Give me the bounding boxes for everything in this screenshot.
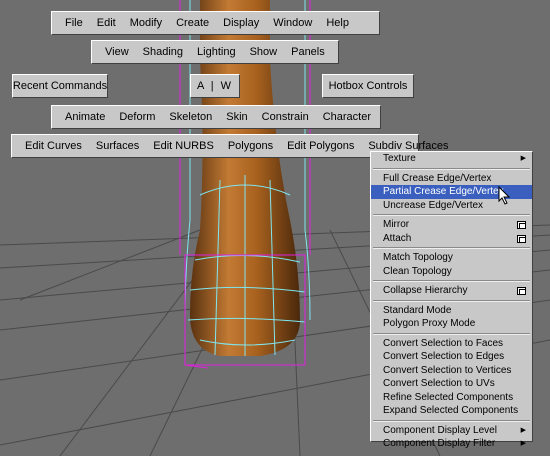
menu-item-convert-selection-to-edges[interactable]: Convert Selection to Edges [371,350,532,364]
modeling-menu-row: Edit Curves Surfaces Edit NURBS Polygons… [11,134,448,158]
menu-item-polygon-proxy-mode[interactable]: Polygon Proxy Mode [371,317,532,331]
menu-separator [373,167,530,170]
option-box-icon[interactable] [517,287,526,295]
menu-item-component-display-level[interactable]: Component Display Level ▶ [371,424,532,438]
menu-skeleton[interactable]: Skeleton [162,111,219,123]
menu-shading[interactable]: Shading [136,46,190,58]
view-menu-row: View Shading Lighting Show Panels [91,40,339,64]
submenu-arrow-icon: ▶ [520,440,526,447]
menu-window[interactable]: Window [266,17,319,29]
menu-item-label: Partial Crease Edge/Vertex [383,186,504,197]
menu-item-convert-selection-to-uvs[interactable]: Convert Selection to UVs [371,377,532,391]
menu-item-collapse-hierarchy[interactable]: Collapse Hierarchy [371,284,532,298]
menu-separator [373,332,530,335]
menu-item-refine-selected-components[interactable]: Refine Selected Components [371,391,532,405]
menu-edit-nurbs[interactable]: Edit NURBS [146,140,221,152]
menu-item-label: Collapse Hierarchy [383,285,468,296]
menu-edit-curves[interactable]: Edit Curves [18,140,89,152]
menu-modify[interactable]: Modify [123,17,169,29]
menu-item-clean-topology[interactable]: Clean Topology [371,265,532,279]
menu-item-label: Convert Selection to Vertices [383,364,512,376]
menu-item-label: Mirror [383,219,410,230]
menu-item-label: Clean Topology [383,265,452,277]
menu-deform[interactable]: Deform [112,111,162,123]
menu-item-label: Convert Selection to Faces [383,337,504,349]
menu-item-standard-mode[interactable]: Standard Mode [371,304,532,318]
option-box-icon[interactable] [517,221,526,229]
menu-item-label: Attach [383,232,412,244]
menu-item-label: Standard Mode [383,304,452,316]
menu-edit[interactable]: Edit [90,17,123,29]
menu-edit-polygons[interactable]: Edit Polygons [280,140,361,152]
menu-view[interactable]: View [98,46,136,58]
aw-button[interactable]: A | W [190,74,240,98]
main-menu-row: File Edit Modify Create Display Window H… [51,11,380,35]
menu-item-mirror[interactable]: Mirror [371,218,532,232]
menu-separator [373,247,530,249]
menu-item-expand-selected-components[interactable]: Expand Selected Components [371,404,532,418]
option-box-icon[interactable] [517,234,526,243]
menu-lighting[interactable]: Lighting [190,46,243,58]
hotbox-controls-button[interactable]: Hotbox Controls [322,74,414,98]
menu-separator [373,419,530,422]
menu-item-convert-selection-to-vertices[interactable]: Convert Selection to Vertices [371,364,532,378]
menu-surfaces[interactable]: Surfaces [89,140,146,152]
menu-item-match-topology[interactable]: Match Topology [371,251,532,265]
menu-panels[interactable]: Panels [284,46,332,58]
menu-item-label: Match Topology [383,252,453,263]
menu-item-texture[interactable]: Texture ▶ [371,152,532,166]
menu-item-label: Component Display Level [383,424,497,436]
menu-display[interactable]: Display [216,17,266,29]
submenu-arrow-icon: ▶ [520,426,526,434]
menu-separator [373,214,530,216]
menu-item-label: Convert Selection to Edges [383,351,505,362]
menu-item-label: Uncrease Edge/Vertex [383,199,484,211]
submenu-arrow-icon: ▶ [520,155,526,162]
menu-constrain[interactable]: Constrain [255,111,316,123]
menu-item-convert-selection-to-faces[interactable]: Convert Selection to Faces [371,337,532,351]
recent-commands-button[interactable]: Recent Commands [12,74,108,98]
menu-animate[interactable]: Animate [58,111,112,123]
menu-separator [373,299,530,302]
menu-show[interactable]: Show [243,46,285,58]
menu-help[interactable]: Help [319,17,356,29]
menu-item-label: Convert Selection to UVs [383,378,495,389]
animation-menu-row: Animate Deform Skeleton Skin Constrain C… [51,105,381,129]
menu-item-attach[interactable]: Attach [371,232,532,246]
menu-item-label: Component Display Filter [383,438,496,449]
menu-item-label: Full Crease Edge/Vertex [383,172,492,184]
menu-item-label: Texture [383,153,416,164]
menu-item-component-display-filter[interactable]: Component Display Filter ▶ [371,437,532,451]
menu-skin[interactable]: Skin [219,111,254,123]
menu-character[interactable]: Character [316,111,378,123]
mouse-cursor-icon [498,186,511,205]
menu-item-full-crease-edge-vertex[interactable]: Full Crease Edge/Vertex [371,172,532,186]
menu-polygons[interactable]: Polygons [221,140,280,152]
menu-file[interactable]: File [58,17,90,29]
menu-create[interactable]: Create [169,17,216,29]
menu-item-label: Polygon Proxy Mode [383,318,476,329]
menu-item-label: Expand Selected Components [383,405,519,416]
menu-item-label: Refine Selected Components [383,391,514,403]
menu-separator [373,280,530,282]
